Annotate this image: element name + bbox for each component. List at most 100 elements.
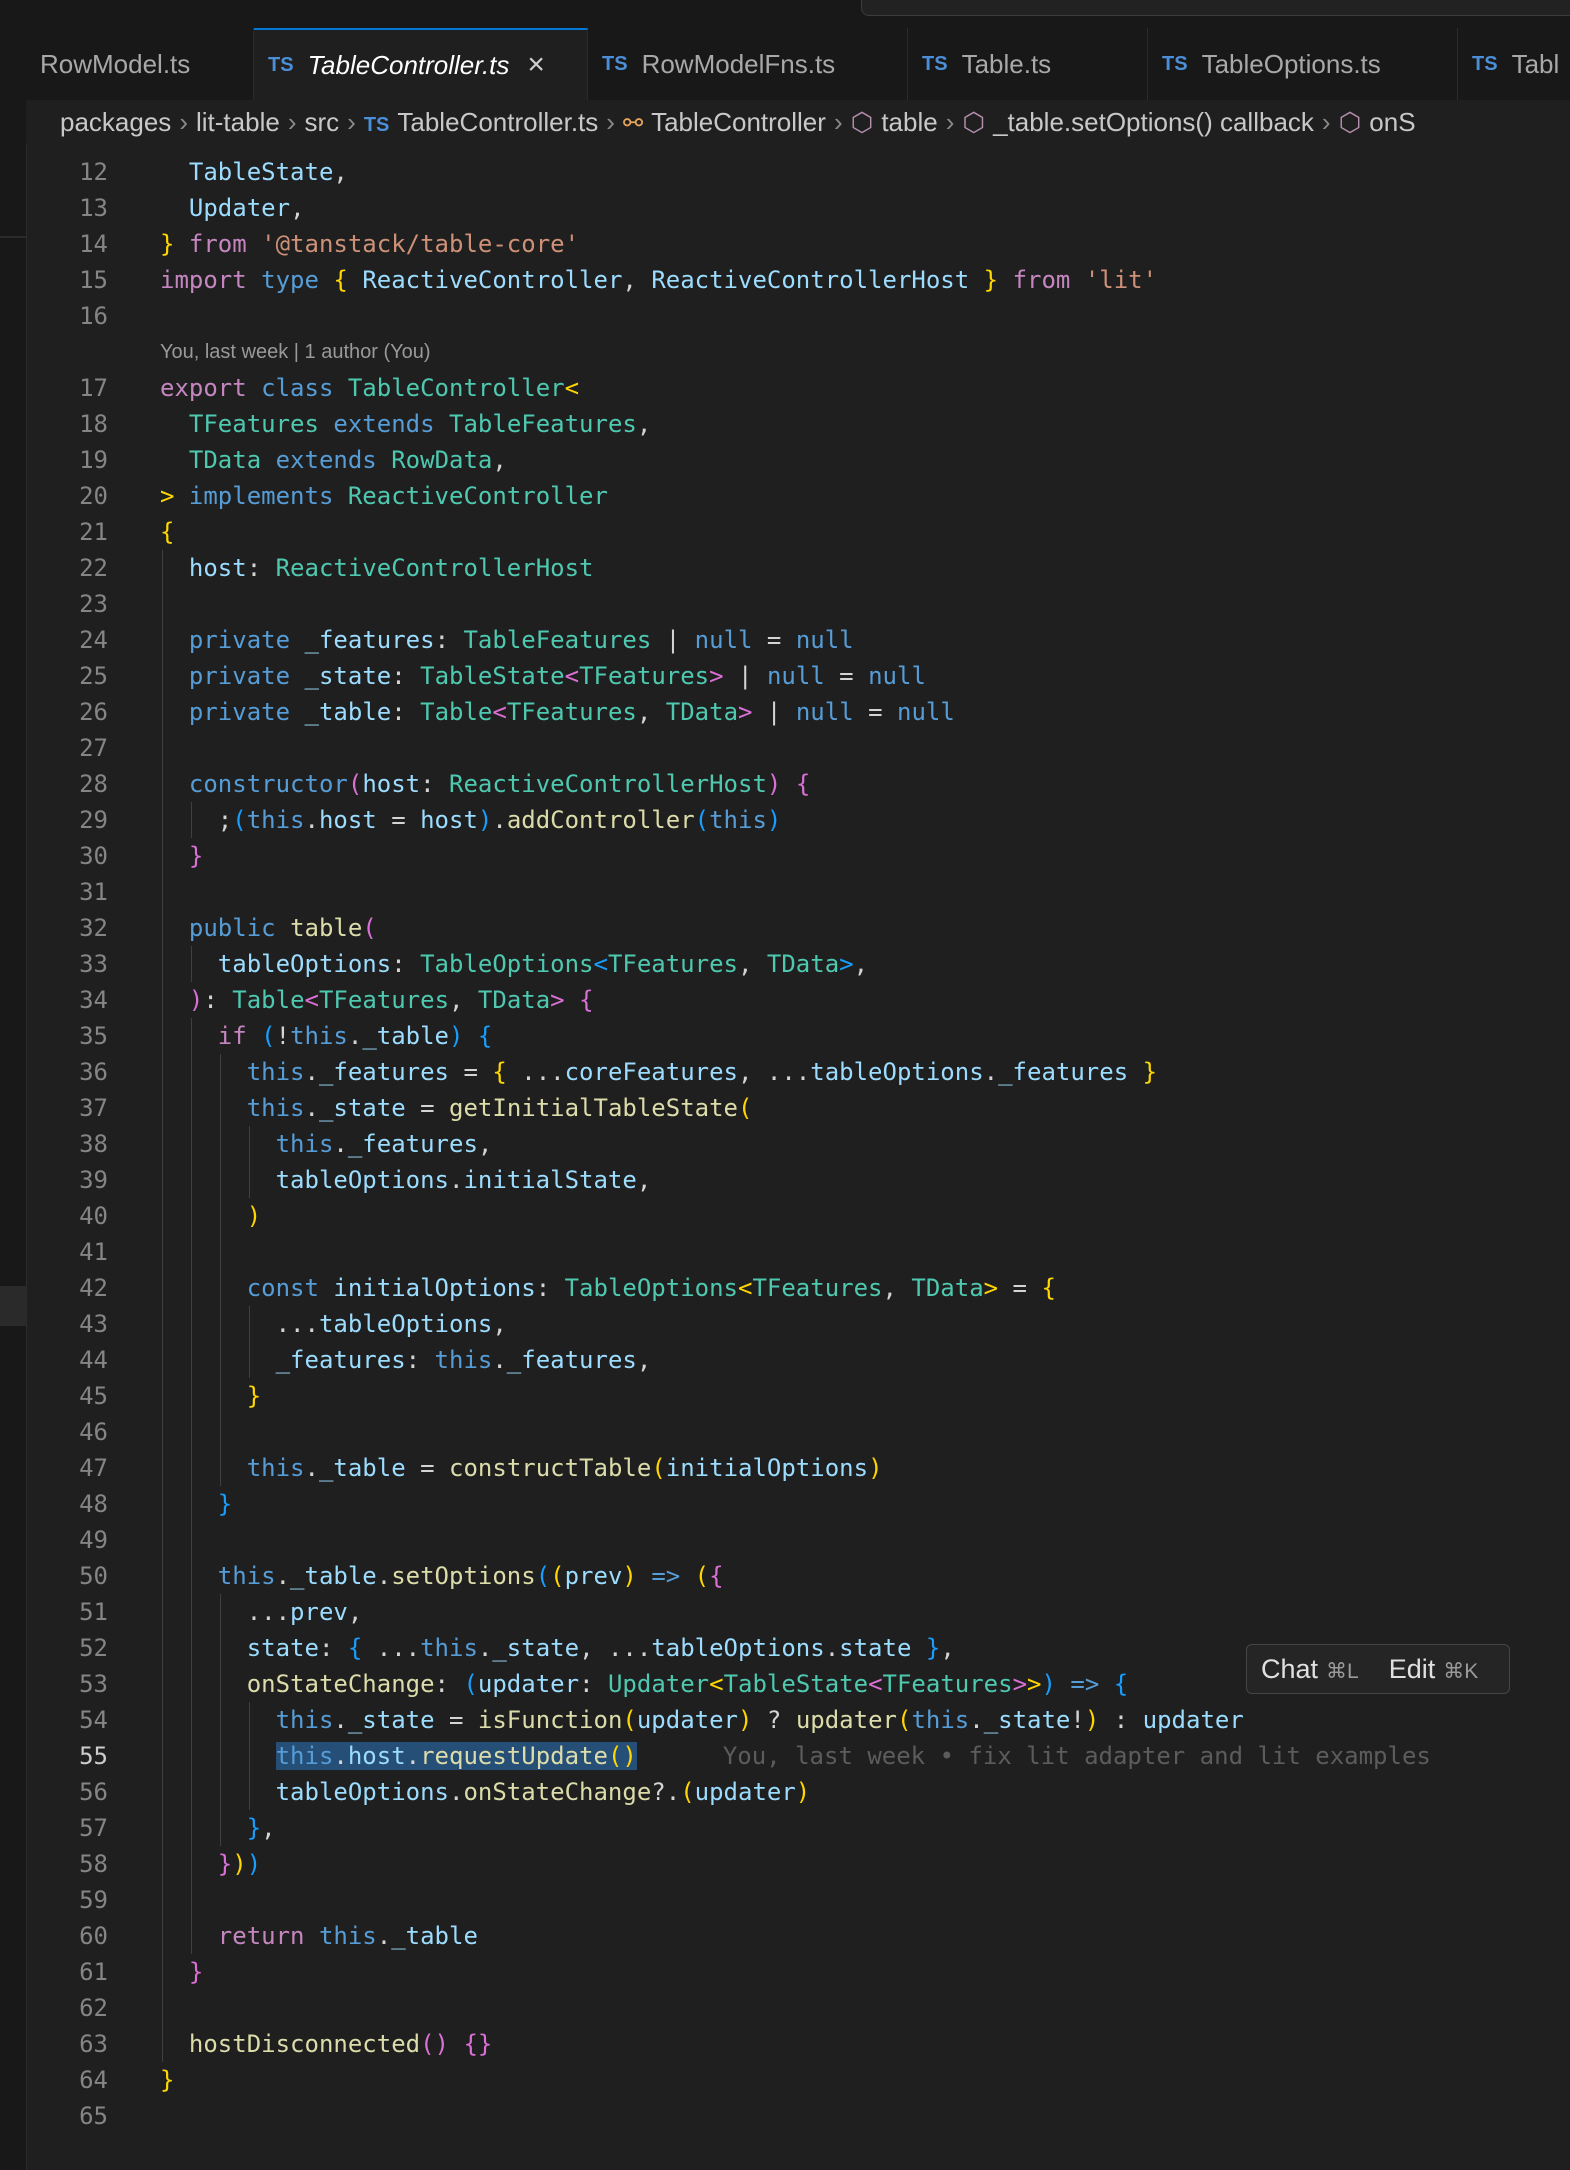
code-token: this (911, 1706, 970, 1734)
code-token: ) (766, 806, 782, 834)
code-line: 20 > implements ReactiveController (26, 478, 1570, 514)
code-token: . (304, 1058, 319, 1086)
code-line: 63 hostDisconnected() {} (26, 2026, 1570, 2062)
code-token: , (622, 266, 652, 294)
command-center-search[interactable] (861, 0, 1570, 16)
chat-shortcut: ⌘L (1326, 1659, 1359, 1683)
code-token: . (304, 1094, 319, 1122)
line-number: 45 (79, 1382, 108, 1410)
code-token: TData (665, 698, 739, 726)
code-line: 49 (26, 1522, 1570, 1558)
codelens-author[interactable]: You, last week | 1 author (You) (160, 334, 431, 370)
tab-5[interactable]: TS Tabl (1458, 28, 1570, 100)
code-token: { (1113, 1670, 1129, 1698)
code-token: ReactiveControllerHost (651, 266, 970, 294)
code-token: ) (246, 1202, 262, 1230)
code-token: | (651, 626, 695, 654)
code-token: > (839, 950, 854, 978)
line-number: 39 (79, 1166, 108, 1194)
code-token: ) (738, 1706, 753, 1734)
code-token: ) (1041, 1670, 1056, 1698)
line-number: 30 (79, 842, 108, 870)
code-token: = (449, 1058, 493, 1086)
code-token: . (477, 1634, 493, 1662)
code-token: this (246, 1058, 305, 1086)
code-text: tableOptions.onStateChange?.(updater) (160, 1774, 811, 1810)
code-token: ) (868, 1454, 883, 1482)
tab-0[interactable]: RowModel.ts (26, 28, 254, 100)
code-token: | (752, 698, 796, 726)
tab-1[interactable]: TS TableController.ts × (254, 28, 588, 100)
line-number: 36 (79, 1058, 108, 1086)
code-token: > (1012, 1670, 1028, 1698)
code-line: 16 (26, 298, 1570, 334)
code-token: ( (607, 1742, 623, 1770)
code-token: onStateChange (246, 1670, 435, 1698)
line-number: 55 (79, 1742, 108, 1770)
code-token: > (983, 1274, 999, 1302)
code-line: 23 (26, 586, 1570, 622)
chat-button[interactable]: Chat ⌘L (1261, 1654, 1359, 1685)
code-token: > (709, 662, 724, 690)
code-token: this (275, 1742, 334, 1770)
code-text: ): Table<TFeatures, TData> { (160, 982, 594, 1018)
code-token: Updater (607, 1670, 710, 1698)
code-text: onStateChange: (updater: Updater<TableSt… (160, 1666, 1129, 1702)
code-token: import (160, 266, 247, 294)
code-token: } (1142, 1058, 1158, 1086)
activity-bar (0, 0, 27, 2170)
code-text: state: { ...this._state, ...tableOptions… (160, 1630, 955, 1666)
code-line: 25 private _state: TableState<TFeatures>… (26, 658, 1570, 694)
line-number: 53 (79, 1670, 108, 1698)
code-token: = (405, 1454, 450, 1482)
code-token: null (897, 698, 955, 726)
code-token: TData (477, 986, 551, 1014)
code-line: 48 } (26, 1486, 1570, 1522)
code-token: ) (232, 1850, 247, 1878)
code-token: updater (795, 1706, 897, 1734)
line-number: 57 (79, 1814, 108, 1842)
code-token: ( (622, 1706, 637, 1734)
code-token: : (318, 1634, 348, 1662)
code-token: , ... (579, 1634, 652, 1662)
code-token: null (766, 662, 825, 690)
code-token: . (405, 1742, 421, 1770)
code-token: , (940, 1634, 955, 1662)
line-number: 20 (79, 482, 108, 510)
tab-2[interactable]: TS RowModelFns.ts (588, 28, 908, 100)
code-token: ?. (651, 1778, 681, 1806)
code-editor[interactable]: 12 TableState, 13 Updater, 14} from '@tans… (26, 144, 1570, 2170)
code-token: ( (232, 806, 247, 834)
tab-3[interactable]: TS Table.ts (908, 28, 1148, 100)
code-token: < (709, 1670, 724, 1698)
tab-label: TableController.ts (307, 49, 510, 80)
code-token: : (434, 1670, 464, 1698)
code-token: TFeatures (882, 1670, 1013, 1698)
close-icon[interactable]: × (527, 48, 545, 82)
code-token: => (1070, 1670, 1100, 1698)
code-token: = (853, 698, 897, 726)
edit-button[interactable]: Edit ⌘K (1389, 1654, 1479, 1685)
tab-label: Table.ts (961, 48, 1052, 79)
code-token: ( (261, 1022, 276, 1050)
line-number: 58 (79, 1850, 108, 1878)
code-line: 64} (26, 2062, 1570, 2098)
code-token: < (738, 1274, 753, 1302)
tab-4[interactable]: TS TableOptions.ts (1148, 28, 1458, 100)
code-token: _features (318, 1058, 449, 1086)
line-number: 17 (79, 374, 108, 402)
code-text: tableOptions.initialState, (160, 1162, 652, 1198)
code-token: TableOptions (420, 950, 594, 978)
code-token: ? (752, 1706, 796, 1734)
code-token: this (709, 806, 767, 834)
